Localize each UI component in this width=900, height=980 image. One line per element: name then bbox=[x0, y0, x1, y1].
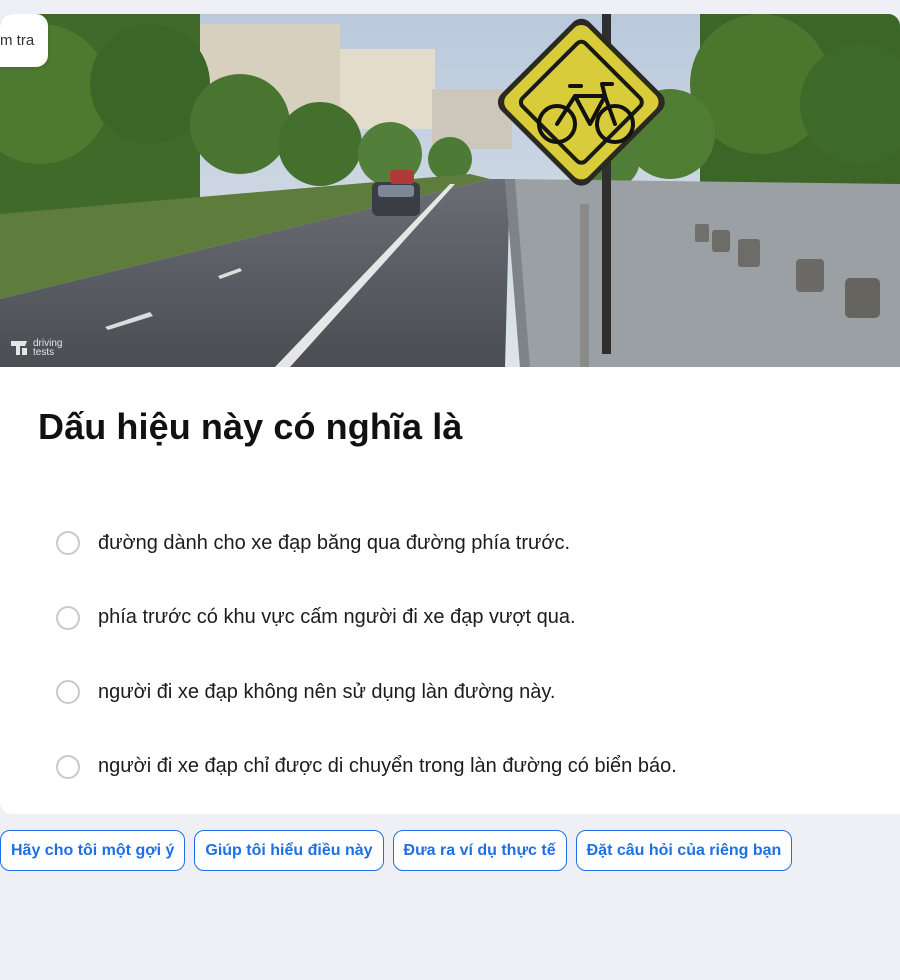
watermark-text-2: tests bbox=[33, 347, 55, 358]
answer-option-3[interactable]: người đi xe đạp không nên sử dụng làn đư… bbox=[56, 655, 677, 730]
answer-label: người đi xe đạp không nên sử dụng làn đư… bbox=[98, 680, 556, 703]
question-card: m tra driving tests Dấu hiệu này có nghĩ… bbox=[0, 14, 900, 814]
question-title: Dấu hiệu này có nghĩa là bbox=[38, 406, 463, 447]
road-sign-photo bbox=[0, 14, 900, 367]
driving-tests-logo-icon bbox=[11, 341, 27, 355]
answer-option-1[interactable]: đường dành cho xe đạp băng qua đường phí… bbox=[56, 506, 677, 581]
driving-tests-watermark: driving tests bbox=[8, 337, 62, 359]
answer-label: đường dành cho xe đạp băng qua đường phí… bbox=[98, 531, 571, 554]
tab-pill[interactable]: m tra bbox=[0, 14, 49, 67]
answer-option-4[interactable]: người đi xe đạp chỉ được di chuyển trong… bbox=[56, 730, 677, 805]
answer-label: phía trước có khu vực cấm người đi xe đạ… bbox=[98, 606, 576, 629]
ask-own-question-button[interactable]: Đặt câu hỏi của riêng bạn bbox=[575, 830, 793, 871]
answer-label: người đi xe đạp chỉ được di chuyển trong… bbox=[98, 755, 677, 778]
explain-button[interactable]: Giúp tôi hiểu điều này bbox=[194, 830, 384, 871]
answer-options: đường dành cho xe đạp băng qua đường phí… bbox=[56, 506, 677, 804]
answer-option-2[interactable]: phía trước có khu vực cấm người đi xe đạ… bbox=[56, 581, 677, 656]
suggestion-chips: Hãy cho tôi một gợi ý Giúp tôi hiểu điều… bbox=[0, 830, 793, 871]
radio-button[interactable] bbox=[56, 680, 80, 705]
hint-button[interactable]: Hãy cho tôi một gợi ý bbox=[0, 830, 186, 871]
radio-button[interactable] bbox=[56, 531, 80, 556]
radio-button[interactable] bbox=[56, 754, 80, 779]
real-example-button[interactable]: Đưa ra ví dụ thực tế bbox=[392, 830, 567, 871]
tab-pill-label: m tra bbox=[0, 32, 35, 49]
radio-button[interactable] bbox=[56, 605, 80, 630]
